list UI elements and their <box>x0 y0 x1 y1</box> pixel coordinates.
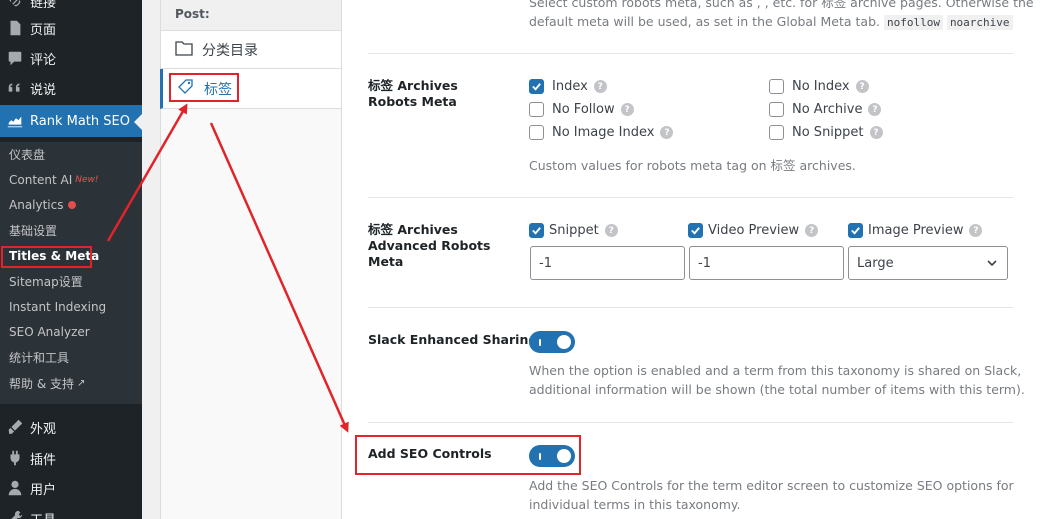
annotation-arrows <box>106 103 349 433</box>
wp-admin-screen: 链接 页面 评论 说说 Rank Math SEO 仪表盘 Content AI… <box>0 0 1043 519</box>
arrow-to-seo-controls <box>209 122 349 433</box>
arrow-to-tags-tab <box>106 103 188 242</box>
